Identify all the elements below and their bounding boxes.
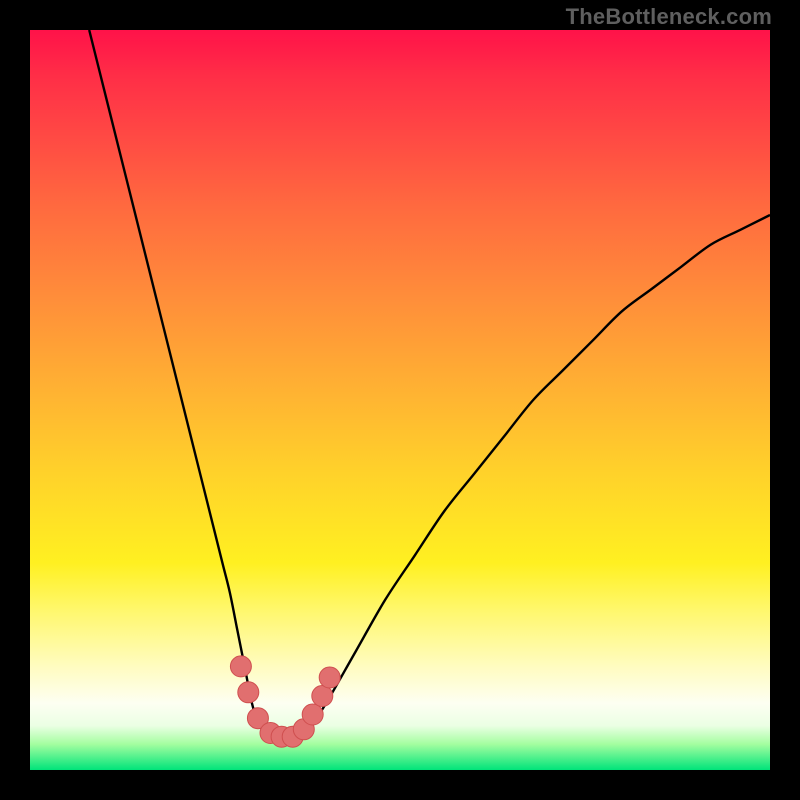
highlight-point xyxy=(302,704,323,725)
curve-layer xyxy=(30,30,770,770)
highlight-points xyxy=(230,656,340,747)
highlight-point xyxy=(238,682,259,703)
chart-frame: TheBottleneck.com xyxy=(0,0,800,800)
plot-area xyxy=(30,30,770,770)
attribution-label: TheBottleneck.com xyxy=(566,4,772,30)
bottleneck-curve xyxy=(89,30,770,741)
highlight-point xyxy=(319,667,340,688)
highlight-point xyxy=(230,656,251,677)
highlight-point xyxy=(312,686,333,707)
